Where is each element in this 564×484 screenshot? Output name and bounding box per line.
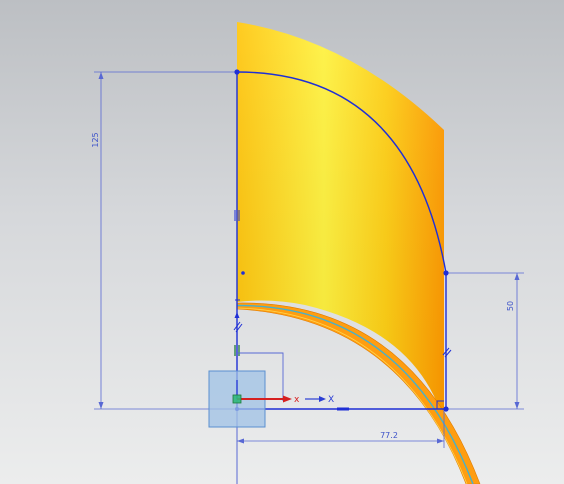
csys-x-label-blue: X bbox=[328, 395, 334, 405]
csys-x-label-red: x bbox=[294, 395, 300, 405]
sketch-point-top[interactable] bbox=[234, 69, 240, 75]
sketch-point-corner[interactable] bbox=[443, 406, 449, 412]
parallel-constraint-icon-right[interactable] bbox=[442, 347, 452, 358]
dimension-height-total-label: 125 bbox=[91, 132, 100, 147]
dimension-height-total[interactable]: 125 bbox=[91, 71, 237, 410]
dimension-width-bottom-label: 77.2 bbox=[380, 431, 398, 440]
parallel-constraint-icon-lower[interactable] bbox=[233, 321, 243, 333]
cad-viewport[interactable]: 125 50 77.2 x X bbox=[0, 0, 564, 484]
extruded-body-shade bbox=[237, 22, 444, 410]
sketch-point-arc-center[interactable] bbox=[241, 271, 245, 275]
csys-x-arrow-blue bbox=[319, 396, 326, 402]
sketch-canvas[interactable]: 125 50 77.2 x X bbox=[0, 0, 564, 484]
csys-x-arrow-red bbox=[283, 395, 292, 403]
dimension-height-right[interactable]: 50 bbox=[444, 272, 524, 410]
sketch-point-arc-end[interactable] bbox=[443, 270, 449, 276]
csys-origin-marker[interactable] bbox=[232, 394, 242, 404]
dimension-height-right-label: 50 bbox=[506, 301, 515, 311]
dimension-width-bottom[interactable]: 77.2 bbox=[236, 409, 445, 448]
